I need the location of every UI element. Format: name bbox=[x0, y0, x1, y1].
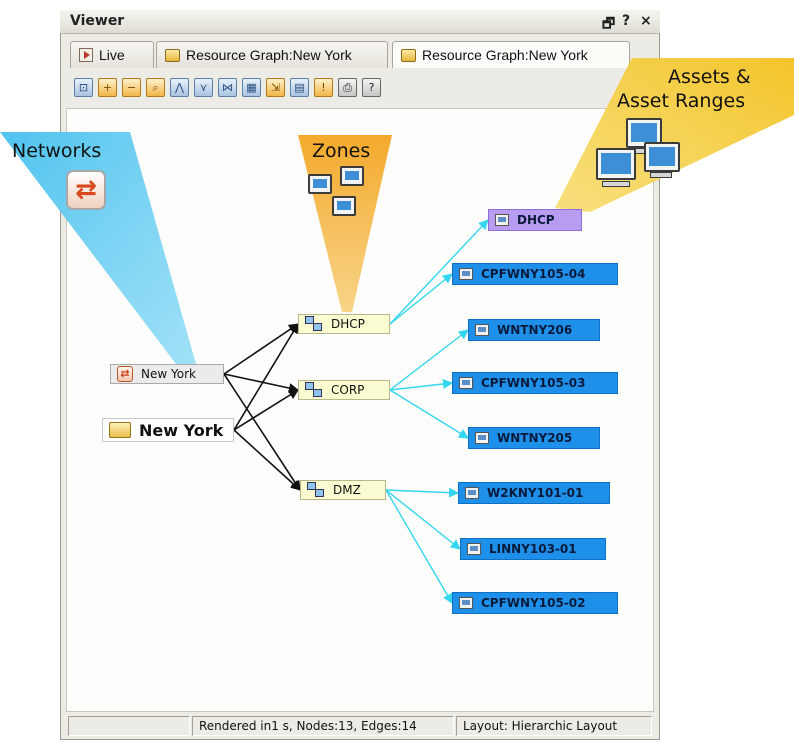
edge-zone-dmz-to-a-linny bbox=[385, 489, 461, 550]
folder-icon bbox=[109, 422, 131, 438]
asset-node[interactable]: CPFWNY105-02 bbox=[452, 592, 618, 614]
computer-icon bbox=[467, 543, 481, 555]
network-node[interactable]: ⇄ New York bbox=[110, 364, 224, 384]
network-icon: ⇄ bbox=[66, 170, 106, 210]
edge-net-newyork-to-zone-corp bbox=[223, 373, 299, 393]
edge-zone-corp-to-a-wnt205 bbox=[389, 389, 469, 439]
computer-icon bbox=[465, 487, 479, 499]
zone-icon bbox=[305, 382, 323, 398]
computer-icon bbox=[475, 324, 489, 336]
edge-site-newyork-to-zone-dhcp bbox=[233, 323, 299, 431]
node-label: W2KNY101-01 bbox=[487, 486, 584, 500]
computer-icon bbox=[495, 214, 509, 226]
assets-callout-label-1: Assets & bbox=[668, 66, 751, 88]
asset-node[interactable]: W2KNY101-01 bbox=[458, 482, 610, 504]
layout-status: Layout: Hierarchic Layout bbox=[456, 716, 652, 736]
edge-zone-dmz-to-a-cpf02 bbox=[385, 489, 453, 604]
asset-node[interactable]: WNTNY206 bbox=[468, 319, 600, 341]
node-label: DHCP bbox=[331, 317, 365, 331]
computer-icon bbox=[459, 268, 473, 280]
node-label: WNTNY206 bbox=[497, 323, 573, 337]
zone-node[interactable]: CORP bbox=[298, 380, 390, 400]
node-label: New York bbox=[141, 367, 196, 381]
node-label: CORP bbox=[331, 383, 365, 397]
edge-zone-dmz-to-a-w2k bbox=[385, 487, 459, 498]
node-label: DHCP bbox=[517, 213, 555, 227]
networks-callout-wedge bbox=[0, 132, 196, 364]
node-label: CPFWNY105-04 bbox=[481, 267, 586, 281]
computer-icon bbox=[475, 432, 489, 444]
edge-site-newyork-to-zone-corp bbox=[233, 389, 299, 431]
status-cell-empty bbox=[68, 716, 190, 736]
zone-node[interactable]: DMZ bbox=[300, 480, 386, 500]
zone-servers-icon bbox=[308, 166, 370, 222]
networks-callout-label: Networks bbox=[12, 140, 102, 162]
node-label: DMZ bbox=[333, 483, 361, 497]
computer-icon bbox=[459, 377, 473, 389]
network-icon: ⇄ bbox=[117, 366, 133, 382]
asset-node[interactable]: CPFWNY105-03 bbox=[452, 372, 618, 394]
render-status: Rendered in1 s, Nodes:13, Edges:14 bbox=[192, 716, 454, 736]
site-node[interactable]: New York bbox=[102, 418, 234, 442]
zone-icon bbox=[307, 482, 325, 498]
edge-net-newyork-to-zone-dhcp bbox=[223, 323, 299, 375]
zone-icon bbox=[305, 316, 323, 332]
node-label: CPFWNY105-03 bbox=[481, 376, 586, 390]
node-label: WNTNY205 bbox=[497, 431, 573, 445]
edge-zone-corp-to-a-cpf03 bbox=[389, 379, 453, 391]
asset-node[interactable]: WNTNY205 bbox=[468, 427, 600, 449]
node-label: CPFWNY105-02 bbox=[481, 596, 586, 610]
node-label: New York bbox=[139, 420, 224, 440]
asset-node[interactable]: CPFWNY105-04 bbox=[452, 263, 618, 285]
asset-computers-icon bbox=[596, 118, 686, 202]
edge-zone-dhcp-to-a-cpf04 bbox=[389, 273, 453, 325]
zones-callout-label: Zones bbox=[312, 140, 371, 162]
asset-range-node[interactable]: DHCP bbox=[488, 209, 582, 231]
assets-callout-label-2: Asset Ranges bbox=[617, 90, 746, 112]
computer-icon bbox=[459, 597, 473, 609]
asset-node[interactable]: LINNY103-01 bbox=[460, 538, 606, 560]
zone-node[interactable]: DHCP bbox=[298, 314, 390, 334]
node-label: LINNY103-01 bbox=[489, 542, 577, 556]
